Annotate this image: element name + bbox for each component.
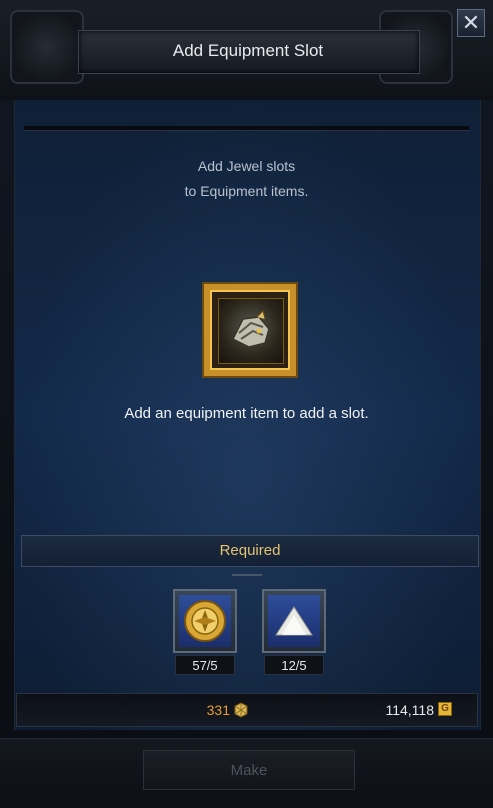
material-slot-background — [179, 595, 231, 647]
divider — [24, 126, 469, 131]
required-notch — [232, 566, 262, 576]
helmet-icon — [231, 310, 270, 348]
gold-icon: G — [438, 702, 452, 716]
close-button[interactable]: ✕ — [457, 9, 485, 37]
hint-text: Add an equipment item to add a slot. — [124, 405, 369, 422]
material-slot-gold-coin[interactable] — [173, 589, 237, 653]
add-equipment-slot-window: Add Equipment Slot ✕ Add Jewel slots to … — [0, 0, 493, 808]
crystal-icon — [234, 702, 248, 718]
ornament-left-icon — [10, 10, 84, 84]
required-label: Required — [219, 542, 281, 559]
gold-coin-icon — [184, 600, 226, 642]
window-title: Add Equipment Slot — [172, 41, 324, 60]
equipment-item-placeholder — [218, 298, 284, 364]
description-line-1: Add Jewel slots — [197, 158, 296, 174]
make-button[interactable]: Make — [143, 750, 355, 790]
material-count-gold-coin: 57/5 — [175, 655, 235, 675]
title-bar: Add Equipment Slot ✕ — [0, 0, 493, 100]
material-slot-white-powder[interactable] — [262, 589, 326, 653]
equipment-item-slot[interactable] — [204, 284, 296, 376]
gold-amount: 114,118 — [385, 702, 434, 718]
material-slot-background — [268, 595, 320, 647]
crystal-amount: 331 — [206, 702, 230, 718]
description-line-2: to Equipment items. — [184, 183, 309, 199]
material-count-white-powder: 12/5 — [264, 655, 324, 675]
close-icon: ✕ — [461, 10, 481, 35]
white-powder-icon — [275, 606, 313, 636]
